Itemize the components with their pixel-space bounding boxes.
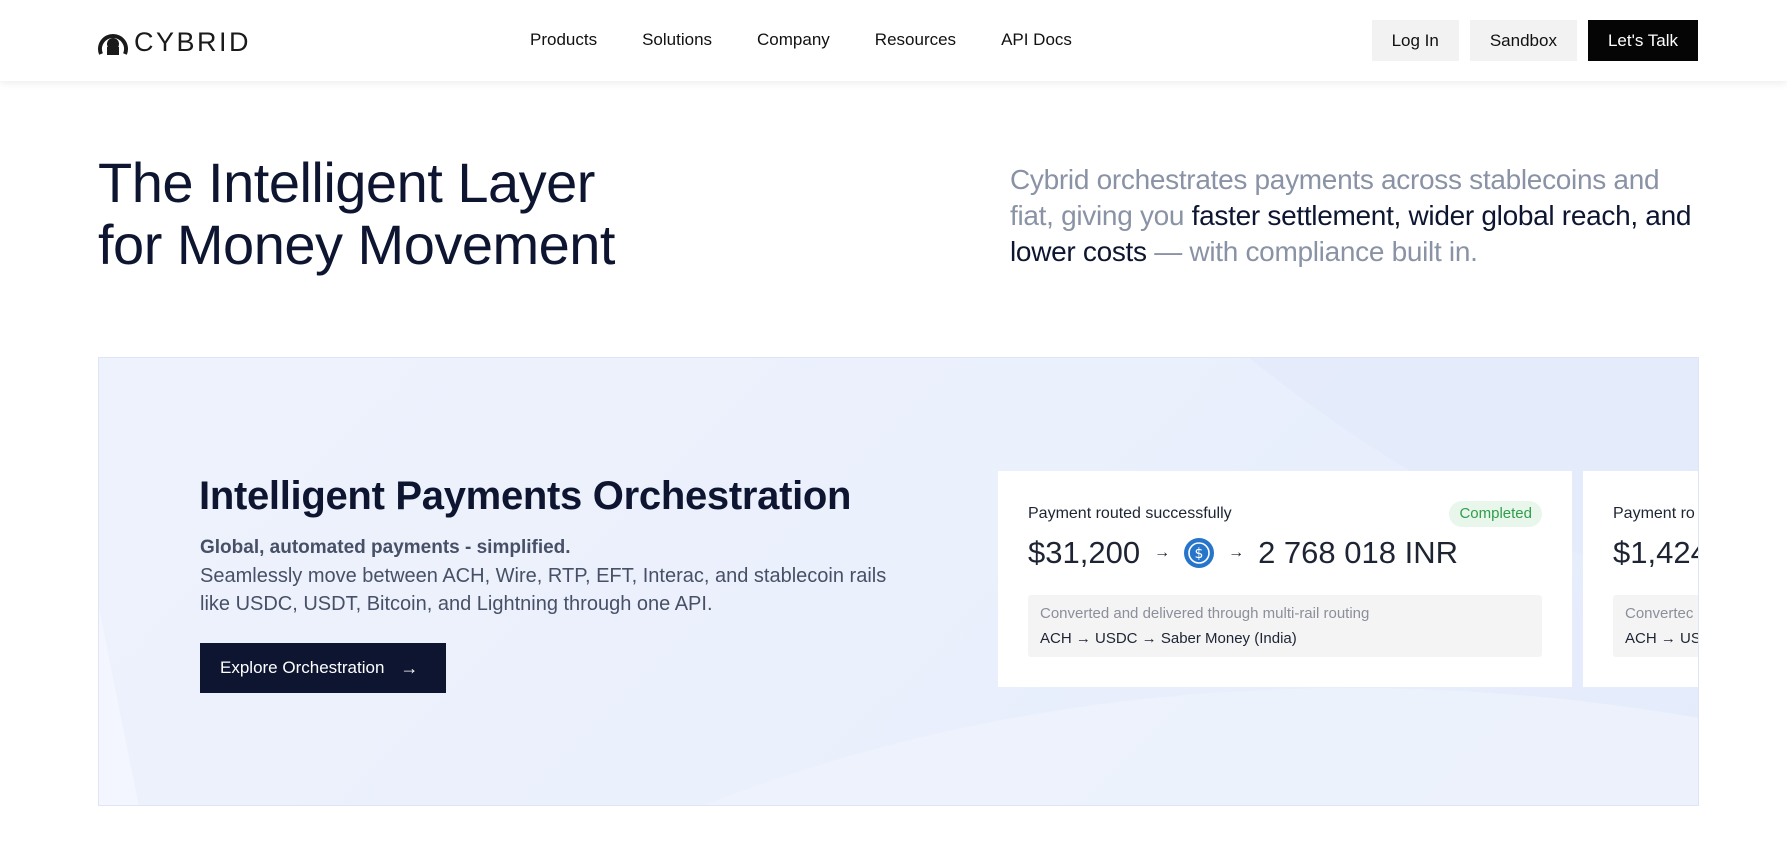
orchestration-title: Intelligent Payments Orchestration xyxy=(199,474,852,518)
orchestration-body: Seamlessly move between ACH, Wire, RTP, … xyxy=(200,565,887,615)
route-path: ACH → USDC → Saber Money (India) xyxy=(1040,630,1297,647)
from-amount: $1,424 xyxy=(1613,535,1699,570)
payment-card: Payment ro $1,424 Convertec ACH → US xyxy=(1583,471,1699,687)
route-label: Converted and delivered through multi-ra… xyxy=(1040,605,1370,622)
usdc-coin-icon: $ xyxy=(1184,538,1215,568)
nav-products[interactable]: Products xyxy=(530,28,597,52)
arrow-right-icon: → xyxy=(1228,544,1245,561)
nav-api-docs[interactable]: API Docs xyxy=(1001,28,1072,52)
cybrid-logo-icon xyxy=(98,34,128,55)
route-box: Converted and delivered through multi-ra… xyxy=(1028,595,1542,657)
cybrid-logo[interactable]: CYBRID xyxy=(97,26,251,58)
arrow-right-icon: → xyxy=(1154,544,1171,561)
payment-card-label: Payment routed successfully xyxy=(1028,505,1232,522)
nav-resources[interactable]: Resources xyxy=(875,28,956,52)
route-box: Convertec ACH → US xyxy=(1613,595,1699,657)
brand-name: CYBRID xyxy=(134,27,252,57)
lets-talk-button[interactable]: Let's Talk xyxy=(1587,20,1698,61)
from-amount: $31,200 xyxy=(1028,535,1141,570)
amount-row: $31,200 → $ → 2 768 018 INR xyxy=(1028,533,1458,573)
explore-orchestration-button[interactable]: Explore Orchestration → xyxy=(200,643,446,693)
header-actions: Log In Sandbox Let's Talk xyxy=(1371,20,1698,61)
orchestration-panel: Intelligent Payments Orchestration Globa… xyxy=(98,357,1699,806)
hero-description: Cybrid orchestrates payments across stab… xyxy=(1010,162,1710,270)
svg-text:$: $ xyxy=(1195,546,1204,562)
hero-desc-part-2: — with compliance built in. xyxy=(1146,236,1478,267)
explore-button-label: Explore Orchestration xyxy=(220,658,385,677)
hero-title-line-2: for Money Movement xyxy=(98,213,615,276)
payment-card: Payment routed successfully Completed $3… xyxy=(998,471,1572,687)
to-amount: 2 768 018 INR xyxy=(1258,535,1458,570)
orchestration-subtitle: Global, automated payments - simplified. xyxy=(200,537,571,558)
main-nav: Products Solutions Company Resources API… xyxy=(530,28,1072,52)
status-badge: Completed xyxy=(1449,501,1542,527)
route-path: ACH → US xyxy=(1625,630,1699,647)
sandbox-button[interactable]: Sandbox xyxy=(1469,20,1577,61)
login-button[interactable]: Log In xyxy=(1371,20,1459,61)
hero-title: The Intelligent Layer for Money Movement xyxy=(98,152,615,276)
hero-title-line-1: The Intelligent Layer xyxy=(98,151,595,214)
payment-card-label: Payment ro xyxy=(1613,505,1695,522)
arrow-right-icon: → xyxy=(400,657,419,678)
nav-solutions[interactable]: Solutions xyxy=(642,28,712,52)
route-label: Convertec xyxy=(1625,605,1694,622)
nav-company[interactable]: Company xyxy=(757,28,830,52)
site-header: CYBRID Products Solutions Company Resour… xyxy=(0,0,1787,81)
amount-row: $1,424 xyxy=(1613,533,1699,573)
